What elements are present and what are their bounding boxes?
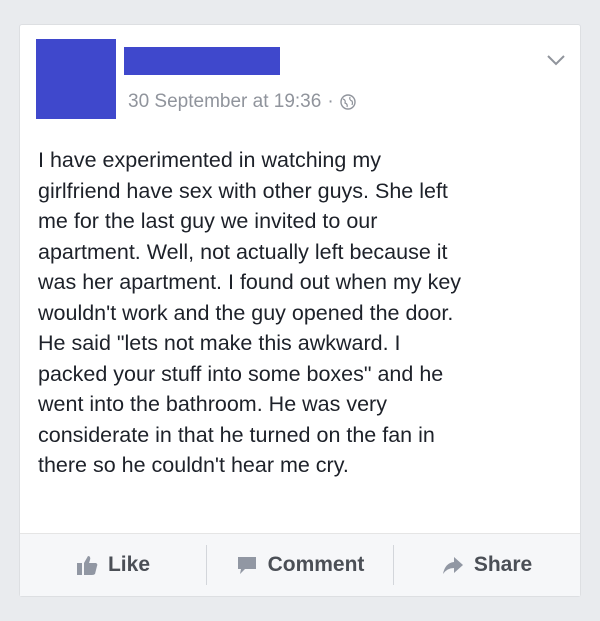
post-action-bar: Like Comment Share: [20, 533, 580, 596]
post-timestamp[interactable]: 30 September at 19:36: [128, 91, 321, 113]
share-label: Share: [473, 553, 533, 576]
post-meta: 30 September at 19:36 ·: [128, 91, 356, 113]
chevron-down-icon[interactable]: [546, 53, 566, 67]
thumbs-up-icon: [76, 556, 98, 575]
share-arrow-icon: [442, 557, 463, 574]
globe-icon[interactable]: [339, 94, 356, 110]
post-body-text: I have experimented in watching my girlf…: [38, 148, 462, 477]
comment-button[interactable]: Comment: [207, 545, 393, 585]
meta-separator: ·: [327, 91, 334, 112]
like-button[interactable]: Like: [20, 545, 206, 585]
share-button[interactable]: Share: [394, 545, 580, 585]
comment-label: Comment: [267, 553, 365, 576]
redacted-avatar[interactable]: [36, 39, 116, 119]
post-card: 30 September at 19:36 · I have experimen…: [19, 24, 581, 597]
redacted-author-name[interactable]: [124, 47, 280, 75]
like-label: Like: [107, 553, 151, 576]
speech-bubble-icon: [237, 557, 256, 574]
